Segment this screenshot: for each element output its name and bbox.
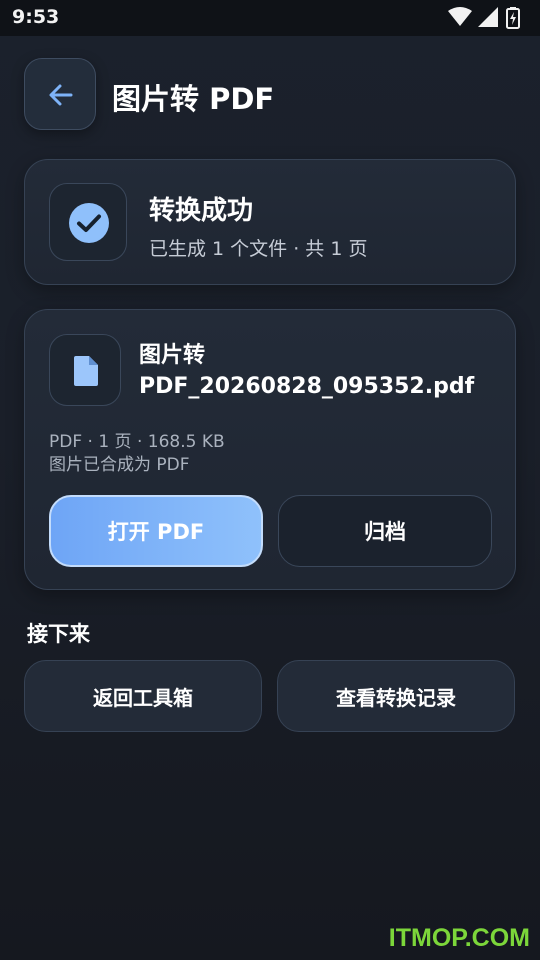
file-name-line1: 图片转	[139, 343, 206, 368]
document-icon	[74, 356, 98, 386]
success-icon-tile	[49, 183, 127, 261]
open-pdf-label: 打开 PDF	[107, 520, 205, 544]
wifi-icon	[448, 7, 472, 26]
watermark: ITMOP.COM	[388, 924, 530, 952]
success-subtitle: 已生成 1 个文件 · 共 1 页	[149, 238, 368, 260]
success-title: 转换成功	[149, 196, 254, 226]
view-history-label: 查看转换记录	[336, 685, 456, 710]
view-history-button[interactable]: 查看转换记录	[277, 660, 515, 732]
archive-button[interactable]: 归档	[278, 495, 492, 567]
archive-label: 归档	[364, 520, 406, 544]
file-icon-tile	[49, 334, 121, 406]
battery-charging-icon	[506, 7, 520, 29]
status-bar: 9:53	[0, 0, 540, 36]
check-circle-icon	[69, 203, 109, 243]
file-name: 图片转 PDF_20260828_095352.pdf	[139, 340, 499, 402]
file-name-line2: PDF_20260828_095352.pdf	[139, 374, 475, 399]
back-to-toolbox-button[interactable]: 返回工具箱	[24, 660, 262, 732]
header: 图片转 PDF	[0, 36, 540, 136]
back-button[interactable]	[24, 58, 96, 130]
arrow-left-icon	[49, 84, 73, 106]
next-section-title: 接下来	[27, 622, 90, 646]
open-pdf-button[interactable]: 打开 PDF	[49, 495, 263, 567]
file-card: 图片转 PDF_20260828_095352.pdf PDF · 1 页 · …	[24, 309, 516, 590]
signal-icon	[478, 7, 498, 27]
file-description: 图片已合成为 PDF	[49, 455, 190, 475]
back-to-toolbox-label: 返回工具箱	[93, 685, 193, 710]
page-title: 图片转 PDF	[112, 82, 275, 116]
status-time: 9:53	[12, 6, 60, 28]
file-meta: PDF · 1 页 · 168.5 KB	[49, 432, 225, 452]
success-card: 转换成功 已生成 1 个文件 · 共 1 页	[24, 159, 516, 285]
